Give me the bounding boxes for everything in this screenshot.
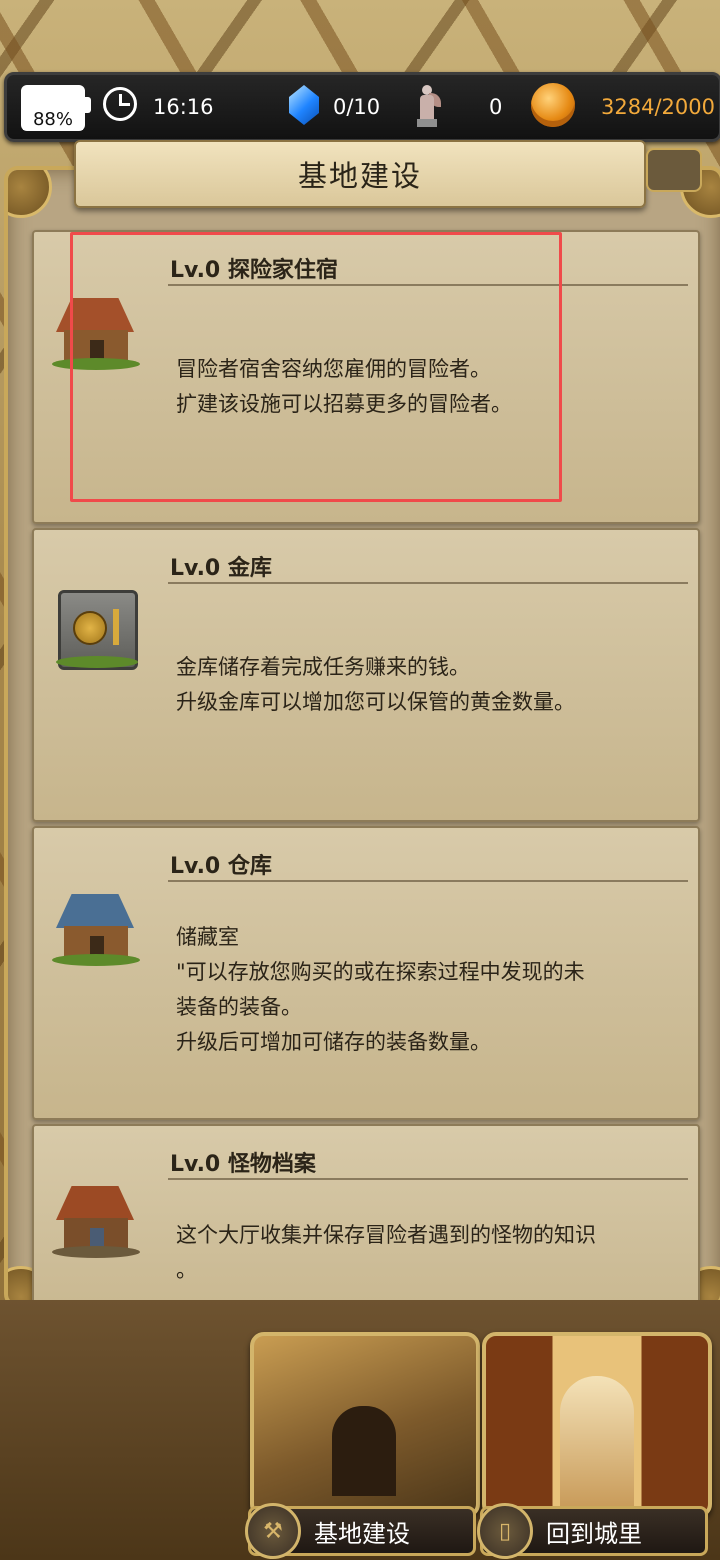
battery-level: 88% (23, 109, 83, 130)
page-title: 基地建设 (297, 159, 422, 193)
building-desc-line: 升级后可增加可储存的装备数量。 (176, 1030, 491, 1054)
hammer-icon: ⚒ (245, 1503, 301, 1559)
construction-scene (332, 1406, 396, 1496)
warehouse-icon (52, 884, 140, 974)
building-desc-line: 升级金库可以增加您可以保管的黄金数量。 (176, 690, 575, 714)
building-desc-line: 这个大厅收集并保存冒险者遇到的怪物的知识 (176, 1223, 596, 1247)
building-desc-line: "可以存放您购买的或在探索过程中发现的未 (176, 960, 585, 984)
return-town-tile[interactable] (482, 1332, 712, 1518)
building-card-vault[interactable]: Lv.0 金库 金库储存着完成任务赚来的钱。 升级金库可以增加您可以保管的黄金数… (32, 528, 700, 822)
building-desc-line: 。 (176, 1258, 197, 1282)
building-title: Lv.0 仓库 (170, 854, 272, 879)
building-desc-line: 金库储存着完成任务赚来的钱。 (176, 655, 470, 679)
base-building-label: 基地建设 (314, 1519, 410, 1548)
building-title: Lv.0 怪物档案 (170, 1152, 316, 1177)
building-desc-line: 装备的装备。 (176, 995, 302, 1019)
base-building-tile[interactable] (250, 1332, 480, 1518)
divider (168, 1178, 688, 1180)
page-title-banner: 基地建设 (74, 140, 646, 208)
grass-decor (56, 656, 138, 668)
base-building-button[interactable]: ⚒ 基地建设 (245, 1503, 476, 1559)
gold-count: 3284/2000 (601, 95, 715, 119)
gold-coin-icon (531, 83, 575, 127)
gem-icon (289, 85, 319, 125)
building-card-warehouse[interactable]: Lv.0 仓库 储藏室 "可以存放您购买的或在探索过程中发现的未 装备的装备。 … (32, 826, 700, 1120)
statue-icon (415, 85, 441, 129)
building-desc-line: 储藏室 (176, 925, 239, 949)
building-card-monster-archive[interactable]: Lv.0 怪物档案 这个大厅收集并保存冒险者遇到的怪物的知识 。 (32, 1124, 700, 1304)
door-icon: ▯ (477, 1503, 533, 1559)
statue-count: 0 (489, 95, 503, 119)
building-title: Lv.0 金库 (170, 556, 272, 581)
time-text: 16:16 (153, 95, 214, 119)
return-town-button[interactable]: ▯ 回到城里 (477, 1503, 708, 1559)
return-town-label: 回到城里 (546, 1519, 642, 1548)
battery-nub (85, 97, 91, 113)
clock-icon (103, 87, 137, 121)
divider (168, 880, 688, 882)
gem-count: 0/10 (333, 95, 381, 119)
archive-icon (52, 1176, 140, 1266)
corner-ornament-icon (8, 170, 52, 218)
menu-button[interactable] (646, 148, 702, 192)
divider (168, 582, 688, 584)
selection-highlight (70, 232, 562, 502)
town-gate-scene (560, 1376, 634, 1506)
status-bar: 88% 16:16 0/10 0 3284/2000 (4, 72, 720, 142)
